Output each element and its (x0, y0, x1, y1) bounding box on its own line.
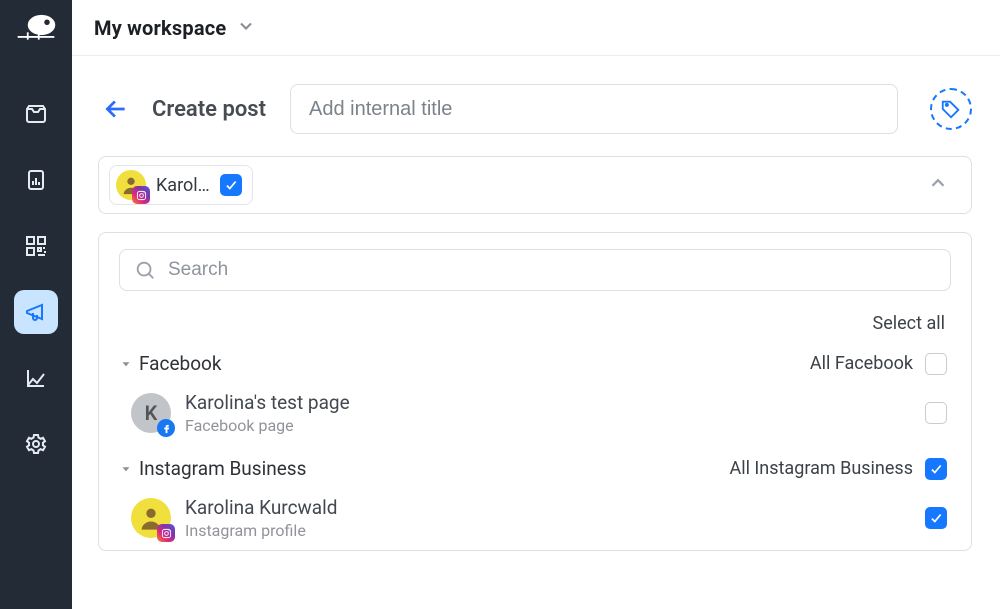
nav-settings[interactable] (14, 422, 58, 466)
sidebar (0, 0, 72, 609)
app-root: My workspace Create post (0, 0, 1000, 609)
back-button[interactable] (98, 91, 134, 127)
group-all-checkbox[interactable] (925, 353, 947, 375)
instagram-badge-icon (157, 524, 175, 542)
account-subtitle: Facebook page (185, 416, 350, 435)
content: Create post Karol… (72, 56, 1000, 609)
account-item[interactable]: K Karolina's test page Facebook page (119, 381, 951, 445)
workspace-chevron-icon[interactable] (236, 16, 256, 40)
nav-qr[interactable] (14, 224, 58, 268)
select-all-button[interactable]: Select all (119, 313, 945, 334)
account-checkbox[interactable] (925, 507, 947, 529)
nav-analytics[interactable] (14, 356, 58, 400)
account-avatar: K (131, 393, 171, 433)
group-facebook: Facebook All Facebook K (119, 346, 951, 445)
app-logo (14, 14, 58, 44)
nav-documents[interactable] (14, 158, 58, 202)
topbar: My workspace (72, 0, 1000, 56)
main: My workspace Create post (72, 0, 1000, 609)
instagram-badge-icon (132, 186, 150, 204)
group-all-label[interactable]: All Instagram Business (729, 458, 913, 479)
nav-inbox[interactable] (14, 92, 58, 136)
add-tag-button[interactable] (930, 88, 972, 130)
account-title: Karolina's test page (185, 391, 350, 414)
account-title: Karolina Kurcwald (185, 496, 337, 519)
account-avatar (131, 498, 171, 538)
selected-account-chip[interactable]: Karol… (109, 165, 253, 205)
account-subtitle: Instagram profile (185, 521, 337, 540)
sidebar-nav (14, 92, 58, 466)
page-title: Create post (152, 97, 266, 122)
chip-label: Karol… (156, 175, 210, 196)
account-dropdown-panel: Select all Facebook All Facebook (98, 232, 972, 551)
collapse-toggle-icon[interactable] (927, 172, 949, 198)
chip-avatar (116, 170, 146, 200)
search-field[interactable] (119, 249, 951, 291)
nav-campaigns[interactable] (14, 290, 58, 334)
account-selector: Karol… (98, 156, 972, 214)
group-title: Instagram Business (139, 457, 306, 480)
create-post-row: Create post (98, 84, 972, 134)
workspace-title[interactable]: My workspace (94, 16, 226, 40)
group-all-label[interactable]: All Facebook (810, 353, 913, 374)
account-checkbox[interactable] (925, 402, 947, 424)
search-icon (134, 259, 156, 281)
selector-header[interactable]: Karol… (99, 157, 971, 213)
caret-down-icon[interactable] (119, 462, 133, 476)
group-header: Instagram Business All Instagram Busines… (119, 451, 951, 486)
facebook-badge-icon (157, 419, 175, 437)
group-instagram: Instagram Business All Instagram Busines… (119, 451, 951, 550)
caret-down-icon[interactable] (119, 357, 133, 371)
group-all-checkbox[interactable] (925, 458, 947, 480)
group-title: Facebook (139, 352, 222, 375)
group-header: Facebook All Facebook (119, 346, 951, 381)
search-input[interactable] (166, 258, 936, 282)
account-item[interactable]: Karolina Kurcwald Instagram profile (119, 486, 951, 550)
internal-title-input[interactable] (290, 84, 898, 134)
chip-checkbox[interactable] (220, 174, 242, 196)
